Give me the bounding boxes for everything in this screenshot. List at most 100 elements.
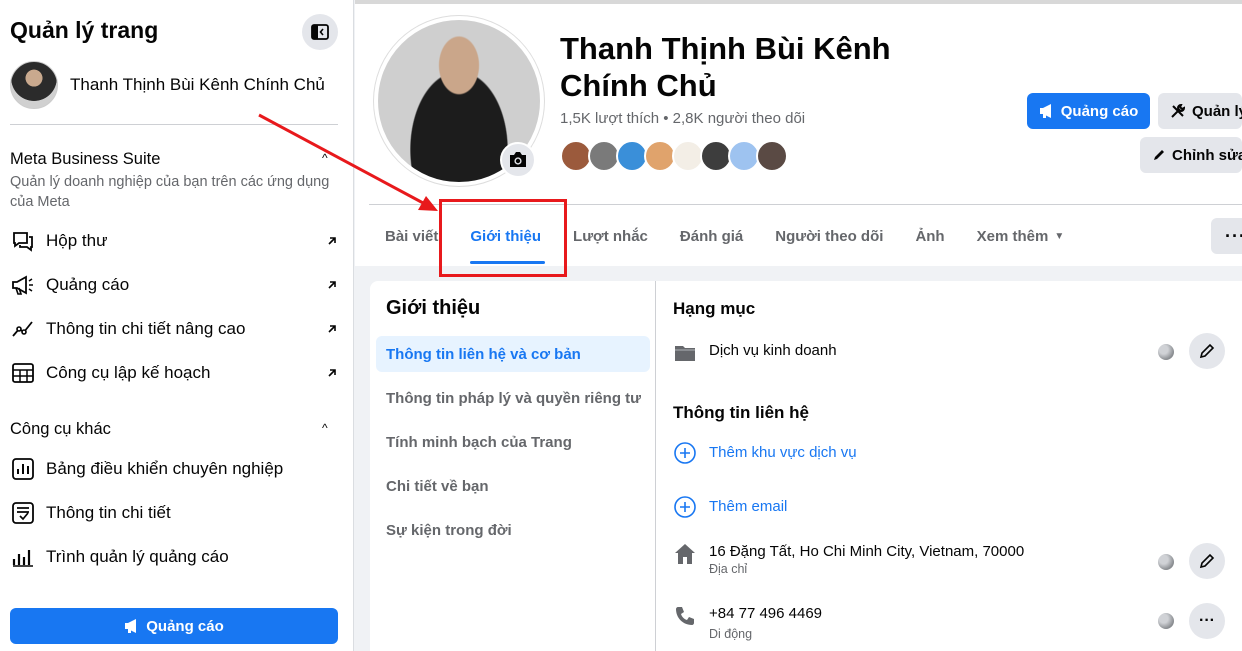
tab-more[interactable]: Xem thêm ▼ <box>961 206 1081 266</box>
tab-followers[interactable]: Người theo dõi <box>759 206 899 266</box>
category-value: Dịch vụ kinh doanh <box>709 342 837 359</box>
external-link-icon <box>326 364 338 384</box>
globe-icon <box>1158 554 1174 570</box>
plus-circle-icon <box>673 441 697 465</box>
sidebar-item-pro-dashboard[interactable]: Bảng điều khiển chuyên nghiệp <box>10 451 340 487</box>
tab-more-label: Xem thêm <box>976 227 1049 245</box>
update-photo-button[interactable] <box>500 142 536 178</box>
nav-page-transparency[interactable]: Tính minh bạch của Trang <box>376 424 650 460</box>
sidebar-item-ads[interactable]: Quảng cáo <box>10 267 340 303</box>
sidebar-item-label: Công cụ lập kế hoạch <box>46 363 211 382</box>
nav-details-about-you[interactable]: Chi tiết về bạn <box>376 468 650 504</box>
address-row: 16 Đặng Tất, Ho Chi Minh City, Vietnam, … <box>673 542 1233 577</box>
edit-address-button[interactable] <box>1189 543 1225 579</box>
chevron-up-icon[interactable]: ^ <box>322 151 328 165</box>
sidebar-item-label: Thông tin chi tiết nâng cao <box>46 319 246 338</box>
contact-heading: Thông tin liên hệ <box>673 403 809 422</box>
add-email-link[interactable]: Thêm email <box>709 495 787 519</box>
caret-down-icon: ▼ <box>1054 230 1065 242</box>
nav-life-events[interactable]: Sự kiện trong đời <box>376 512 650 548</box>
other-tools-title[interactable]: Công cụ khác <box>10 420 111 439</box>
address-label: Địa chỉ <box>709 562 748 576</box>
sidebar-item-advanced-insights[interactable]: Thông tin chi tiết nâng cao <box>10 311 340 347</box>
pencil-icon <box>1154 150 1164 160</box>
page-title: Thanh Thịnh Bùi Kênh Chính Chủ <box>560 31 891 103</box>
add-service-area-row[interactable]: Thêm khu vực dịch vụ <box>673 441 1233 465</box>
sidebar-item-inbox[interactable]: Hộp thư <box>10 223 340 259</box>
collapse-sidebar-button[interactable] <box>302 14 338 50</box>
divider <box>10 124 338 125</box>
globe-icon <box>1158 613 1174 629</box>
meta-business-suite-description: Quản lý doanh nghiệp của bạn trên các ứn… <box>10 174 330 210</box>
sidebar-ad-button-label: Quảng cáo <box>146 617 224 635</box>
follower-avatars[interactable] <box>560 140 788 172</box>
nav-contact-basic-info[interactable]: Thông tin liên hệ và cơ bản <box>376 336 650 372</box>
sidebar-title: Quản lý trang <box>10 17 159 43</box>
tab-mentions[interactable]: Lượt nhắc <box>557 206 664 266</box>
phone-label: Di động <box>709 627 753 641</box>
about-detail: Hạng mục Dịch vụ kinh doanh Thông tin li… <box>657 281 1242 651</box>
about-title: Giới thiệu <box>386 297 481 319</box>
folder-icon <box>673 341 697 365</box>
sidebar-profile[interactable]: Thanh Thịnh Bùi Kênh Chính Chủ <box>10 60 340 110</box>
sidebar-item-ads-manager[interactable]: Trình quản lý quảng cáo <box>10 539 340 575</box>
about-nav: Giới thiệu Thông tin liên hệ và cơ bản T… <box>370 281 656 651</box>
nav-legal-privacy[interactable]: Thông tin pháp lý và quyền riêng tư <box>376 380 650 416</box>
about-section: Giới thiệu Thông tin liên hệ và cơ bản T… <box>370 281 1242 651</box>
avatar <box>756 140 788 172</box>
sidebar-ad-button[interactable]: Quảng cáo <box>10 608 338 644</box>
category-row: Dịch vụ kinh doanh <box>673 341 1233 365</box>
manage-button-label: Quản lý <box>1192 102 1242 120</box>
add-email-row[interactable]: Thêm email <box>673 495 1233 519</box>
plus-circle-icon <box>673 495 697 519</box>
add-service-area-link[interactable]: Thêm khu vực dịch vụ <box>709 441 857 465</box>
sidebar-item-label: Bảng điều khiển chuyên nghiệp <box>46 459 284 478</box>
sidebar-item-planner[interactable]: Công cụ lập kế hoạch <box>10 355 340 391</box>
inbox-icon <box>10 228 36 254</box>
pencil-icon <box>1199 343 1215 359</box>
sidebar-item-label: Hộp thư <box>46 231 108 250</box>
highlight-box <box>439 199 567 277</box>
external-link-icon <box>326 320 338 340</box>
tools-icon <box>1171 103 1186 118</box>
tab-reviews[interactable]: Đánh giá <box>664 206 759 266</box>
manage-button[interactable]: Quản lý <box>1158 93 1242 129</box>
ads-manager-icon <box>10 544 36 570</box>
page-stats[interactable]: 1,5K lượt thích • 2,8K người theo dõi <box>560 110 805 127</box>
edit-button-label: Chỉnh sửa <box>1172 146 1242 164</box>
more-options-button[interactable]: ··· <box>1211 218 1242 254</box>
ellipsis-icon: ··· <box>1199 612 1215 629</box>
camera-icon <box>510 152 526 167</box>
dashboard-icon <box>10 456 36 482</box>
avatar <box>10 61 58 109</box>
ellipsis-icon: ··· <box>1225 225 1242 246</box>
insights-icon <box>10 316 36 342</box>
manage-page-sidebar: Quản lý trang Thanh Thịnh Bùi Kênh Chính… <box>0 0 354 651</box>
tab-photos[interactable]: Ảnh <box>899 206 960 266</box>
megaphone-icon <box>10 272 36 298</box>
sidebar-toggle-icon <box>311 24 329 40</box>
sidebar-item-label: Trình quản lý quảng cáo <box>46 547 229 566</box>
sidebar-profile-name: Thanh Thịnh Bùi Kênh Chính Chủ <box>70 75 325 94</box>
external-link-icon <box>326 232 338 252</box>
promote-button[interactable]: Quảng cáo <box>1027 93 1150 129</box>
details-icon <box>10 500 36 526</box>
address-value: 16 Đặng Tất, Ho Chi Minh City, Vietnam, … <box>709 543 1025 560</box>
external-link-icon <box>326 276 338 296</box>
phone-options-button[interactable]: ··· <box>1189 603 1225 639</box>
edit-category-button[interactable] <box>1189 333 1225 369</box>
globe-icon <box>1158 344 1174 360</box>
planner-icon <box>10 360 36 386</box>
megaphone-icon <box>125 619 137 633</box>
meta-business-suite-title[interactable]: Meta Business Suite <box>10 150 160 169</box>
sidebar-item-label: Quảng cáo <box>46 275 130 294</box>
pencil-icon <box>1199 553 1215 569</box>
sidebar-item-details[interactable]: Thông tin chi tiết <box>10 495 340 531</box>
promote-button-label: Quảng cáo <box>1060 102 1139 120</box>
home-icon <box>673 542 697 566</box>
chevron-up-icon[interactable]: ^ <box>322 421 328 435</box>
category-heading: Hạng mục <box>673 299 756 318</box>
edit-button[interactable]: Chỉnh sửa <box>1140 137 1242 173</box>
phone-value: +84 77 496 4469 <box>709 605 823 622</box>
cover-photo[interactable] <box>355 0 1242 4</box>
